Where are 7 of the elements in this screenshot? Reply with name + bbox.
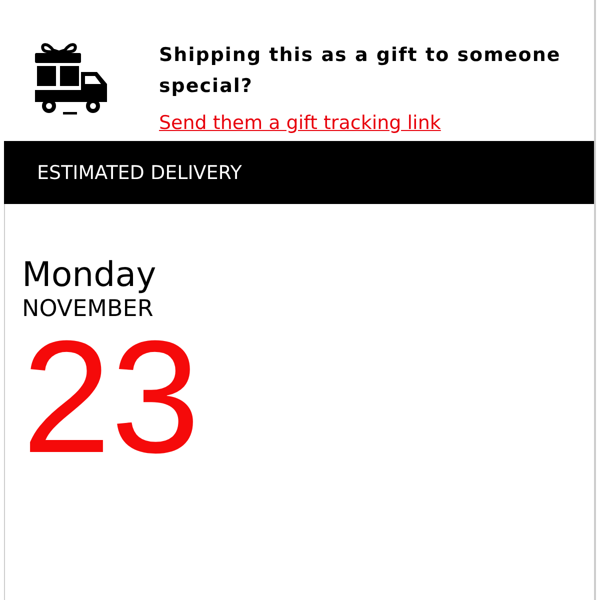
section-header: ESTIMATED DELIVERY (4, 141, 594, 204)
delivery-weekday: Monday (22, 254, 156, 296)
delivery-month: NOVEMBER (22, 296, 154, 322)
gift-truck-icon (33, 40, 109, 116)
delivery-day: 23 (22, 322, 200, 472)
gift-message: Shipping this as a gift to someone special? (159, 43, 562, 99)
gift-tracking-link[interactable]: Send them a gift tracking link (159, 112, 441, 134)
